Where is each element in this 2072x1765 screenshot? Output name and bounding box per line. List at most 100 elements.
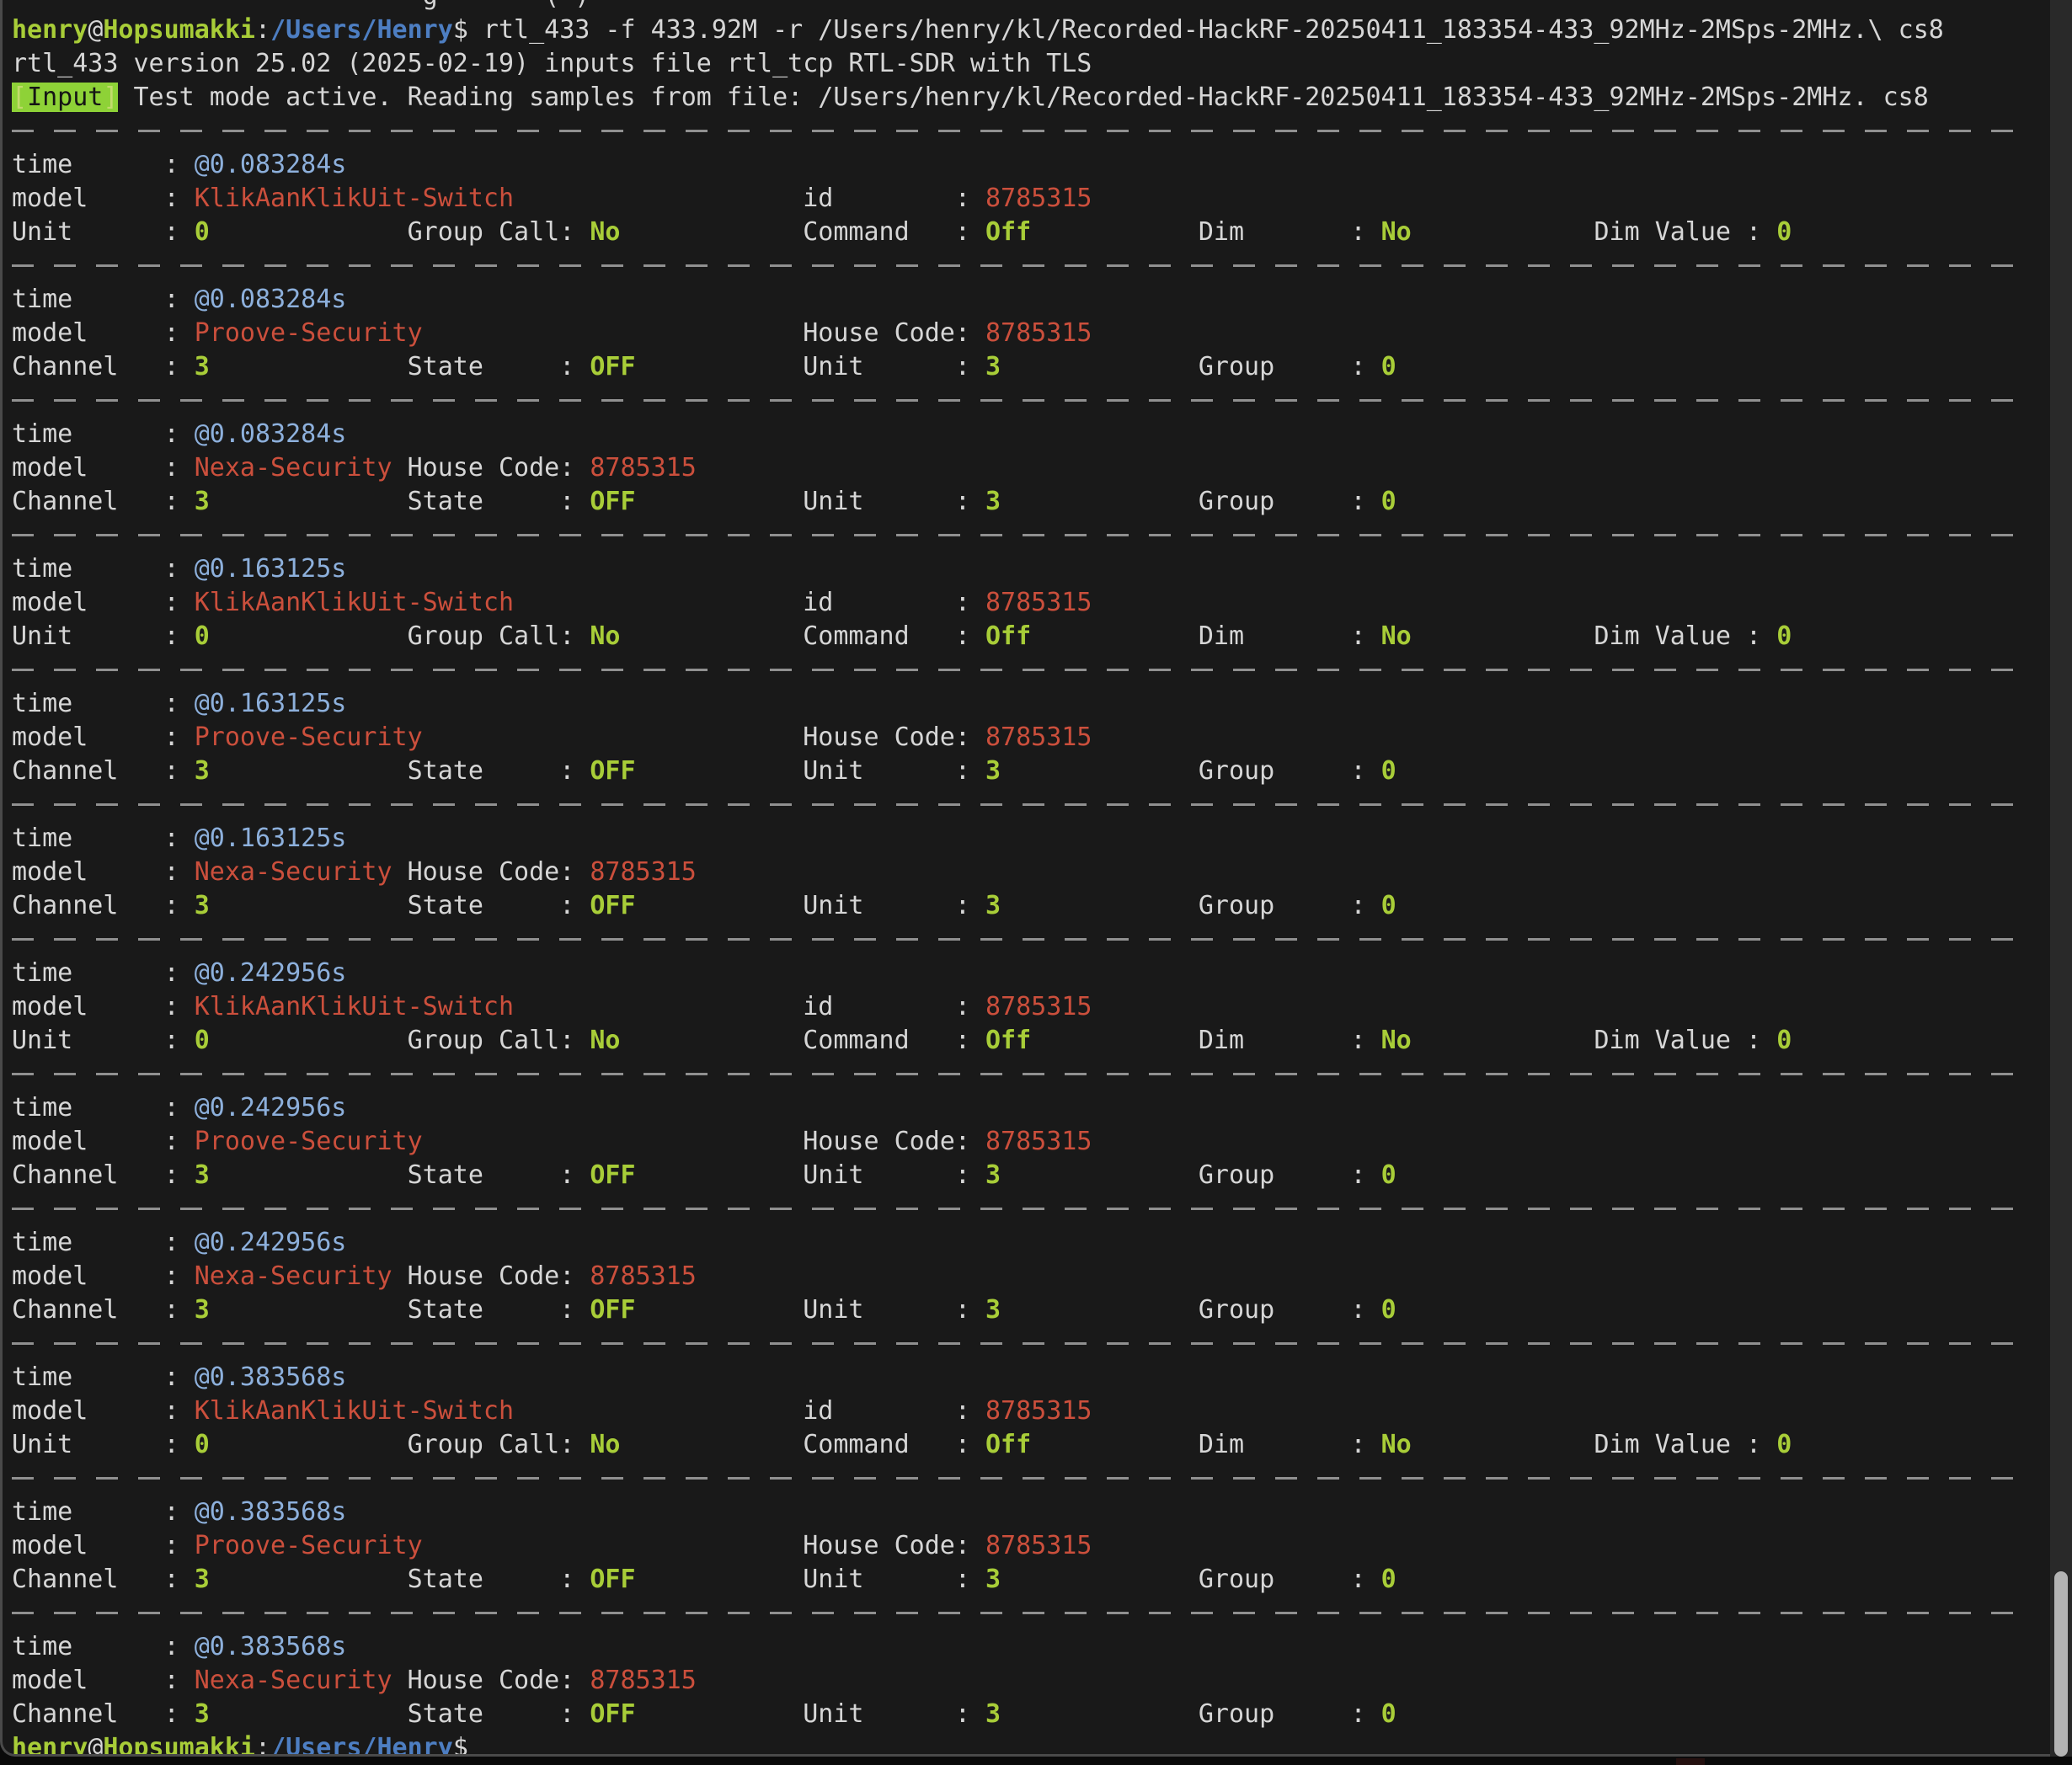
event-fields-line: Channel : 3 State : OFF Unit : 3 Group :… — [12, 889, 2043, 923]
field-value: 3 — [985, 1295, 1001, 1325]
field-label: Dim : — [1031, 621, 1380, 651]
field-value: No — [1381, 1026, 1412, 1055]
field-value: 0 — [1381, 1565, 1396, 1594]
field-label: State : — [210, 891, 590, 920]
field-value: 3 — [985, 1565, 1001, 1594]
field-label: time : — [12, 1362, 195, 1392]
field-value: KlikAanKlikUit-Switch — [195, 588, 514, 617]
field-label: time : — [12, 419, 195, 449]
field-label: id : — [514, 588, 985, 617]
field-label: Group : — [1001, 352, 1381, 381]
event-model-line: model : KlikAanKlikUit-Switch id : 87853… — [12, 182, 2043, 216]
field-value: @0.383568s — [195, 1497, 347, 1527]
field-label: model : — [12, 318, 195, 348]
field-label: Group Call: — [210, 217, 590, 247]
separator-line — [12, 1327, 2043, 1361]
field-value: 3 — [985, 1160, 1001, 1190]
event-model-line: model : Proove-Security House Code: 8785… — [12, 317, 2043, 350]
field-value: OFF — [590, 756, 635, 786]
field-value: 0 — [1381, 891, 1396, 920]
scrollbar-track[interactable] — [2050, 0, 2072, 1765]
event-model-line: model : Nexa-Security House Code: 878531… — [12, 1260, 2043, 1293]
field-label: Dim : — [1031, 1430, 1380, 1459]
dashed-rule — [12, 1477, 2033, 1480]
event-time-line: time : @0.383568s — [12, 1496, 2043, 1529]
command-text: rtl_433 -f 433.92M -r /Users/henry/kl/Re… — [468, 15, 1944, 45]
field-label: State : — [210, 1295, 590, 1325]
field-label: Dim : — [1031, 217, 1380, 247]
field-label: model : — [12, 588, 195, 617]
event-fields-line: Channel : 3 State : OFF Unit : 3 Group :… — [12, 755, 2043, 788]
field-value: Off — [985, 1026, 1031, 1055]
event-fields-line: Unit : 0 Group Call: No Command : Off Di… — [12, 620, 2043, 653]
field-value: Proove-Security — [195, 1127, 423, 1156]
field-value: 3 — [195, 891, 210, 920]
field-value: KlikAanKlikUit-Switch — [195, 184, 514, 213]
field-value: 0 — [1381, 756, 1396, 786]
terminal-window[interactable]: g ( )henry@Hopsumakki:/Users/Henry$ rtl_… — [0, 0, 2050, 1757]
field-label: Channel : — [12, 352, 195, 381]
field-value: No — [590, 1430, 620, 1459]
field-value: 8785315 — [985, 588, 1092, 617]
field-value: 8785315 — [985, 723, 1092, 752]
field-label: time : — [12, 1632, 195, 1661]
field-label: State : — [210, 352, 590, 381]
dashed-rule — [12, 130, 2033, 132]
field-label: model : — [12, 1531, 195, 1560]
prompt-line: henry@Hopsumakki:/Users/Henry$ _ — [12, 1731, 2043, 1757]
input-badge-bracket: [ — [12, 83, 27, 112]
field-label: model : — [12, 857, 195, 887]
field-value: 3 — [985, 756, 1001, 786]
input-badge-bracket: ] — [103, 83, 118, 112]
field-value: 0 — [1776, 1430, 1792, 1459]
field-label: Unit : — [636, 756, 985, 786]
field-value: OFF — [590, 1565, 635, 1594]
field-value: 3 — [195, 352, 210, 381]
field-label: Command : — [620, 621, 985, 651]
event-fields-line: Channel : 3 State : OFF Unit : 3 Group :… — [12, 1698, 2043, 1731]
field-value: 0 — [1776, 621, 1792, 651]
field-label: Group : — [1001, 1699, 1381, 1729]
event-fields-line: Channel : 3 State : OFF Unit : 3 Group :… — [12, 485, 2043, 519]
field-value: @0.163125s — [195, 689, 347, 718]
event-time-line: time : @0.383568s — [12, 1361, 2043, 1394]
field-label: House Code: — [393, 857, 590, 887]
event-fields-line: Unit : 0 Group Call: No Command : Off Di… — [12, 1428, 2043, 1462]
field-label: Channel : — [12, 487, 195, 516]
field-value: No — [590, 1026, 620, 1055]
field-label: Dim Value : — [1412, 1430, 1776, 1459]
prompt-user: henry — [12, 1733, 88, 1757]
field-value: No — [590, 217, 620, 247]
field-label: Dim Value : — [1412, 1026, 1776, 1055]
field-value: 8785315 — [985, 184, 1092, 213]
prompt-colon: : — [255, 1733, 270, 1757]
separator-line — [12, 1192, 2043, 1226]
separator-line — [12, 923, 2043, 957]
field-label: id : — [514, 992, 985, 1021]
field-label: House Code: — [393, 453, 590, 483]
field-label: House Code: — [393, 1261, 590, 1291]
field-label: Channel : — [12, 1160, 195, 1190]
field-value: 0 — [195, 621, 210, 651]
field-label: time : — [12, 958, 195, 988]
field-value: Nexa-Security — [195, 1666, 393, 1695]
field-value: No — [1381, 217, 1412, 247]
field-value: 8785315 — [985, 1531, 1092, 1560]
dashed-rule — [12, 669, 2033, 671]
field-label: time : — [12, 1093, 195, 1122]
field-value: 8785315 — [590, 857, 696, 887]
field-label: Channel : — [12, 756, 195, 786]
field-value: 8785315 — [590, 1666, 696, 1695]
field-label: time : — [12, 285, 195, 314]
field-value: 8785315 — [590, 1261, 696, 1291]
scrollbar-thumb[interactable] — [2054, 1571, 2068, 1757]
field-value: @0.083284s — [195, 285, 347, 314]
event-time-line: time : @0.083284s — [12, 283, 2043, 317]
separator-line — [12, 653, 2043, 687]
field-label: House Code: — [393, 1666, 590, 1695]
separator-line — [12, 115, 2043, 148]
dashed-rule — [12, 803, 2033, 806]
field-label: House Code: — [423, 1127, 985, 1156]
field-value: OFF — [590, 352, 635, 381]
field-value: 3 — [195, 1160, 210, 1190]
